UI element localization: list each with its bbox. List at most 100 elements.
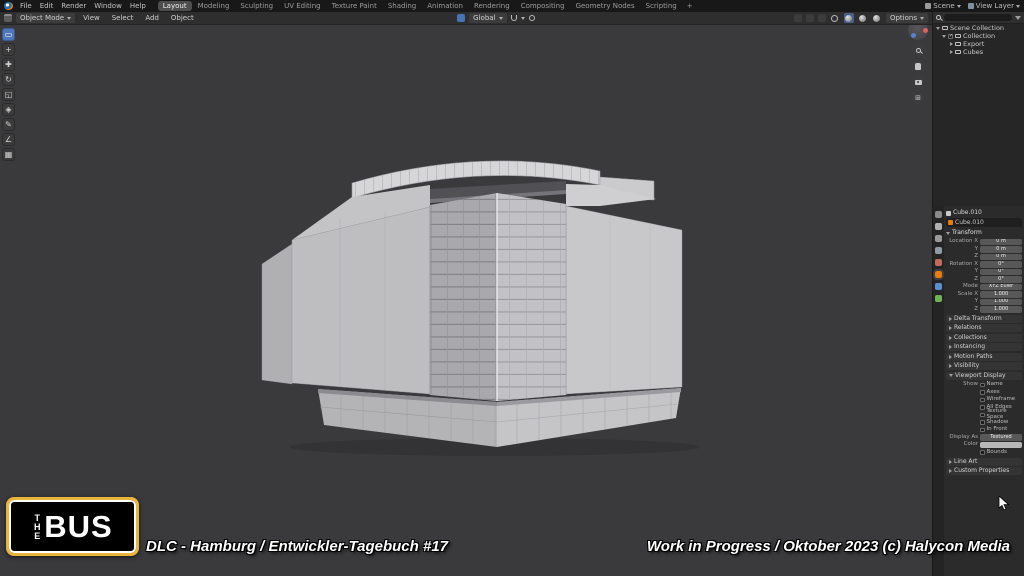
workspace-tab-texture-paint[interactable]: Texture Paint xyxy=(327,1,382,11)
section-delta-transform[interactable]: Delta Transform xyxy=(946,315,1022,323)
menu-add[interactable]: Add xyxy=(141,15,163,22)
gizmo-toggle-icon[interactable] xyxy=(457,14,465,22)
workspace-tab-rendering[interactable]: Rendering xyxy=(469,1,515,11)
workspace-tab-geometry-nodes[interactable]: Geometry Nodes xyxy=(571,1,640,11)
field-scale-y[interactable]: Y1.000 xyxy=(946,298,1022,306)
building-object[interactable] xyxy=(262,161,700,456)
vd-option-in-front[interactable]: In Front xyxy=(946,426,1022,434)
field-rotation-y[interactable]: Y0° xyxy=(946,268,1022,276)
section-collections[interactable]: Collections xyxy=(946,334,1022,342)
shading-rendered-icon[interactable] xyxy=(872,13,882,23)
workspace-tab-sculpting[interactable]: Sculpting xyxy=(235,1,278,11)
xray-toggle-icon[interactable] xyxy=(818,14,826,22)
checkbox[interactable] xyxy=(980,390,985,395)
tool-move[interactable]: ✚ xyxy=(2,58,15,71)
snap-dropdown-icon[interactable] xyxy=(521,17,525,20)
workspace-tab-uv-editing[interactable]: UV Editing xyxy=(279,1,326,11)
workspace-tab-modeling[interactable]: Modeling xyxy=(193,1,235,11)
workspace-tab-animation[interactable]: Animation xyxy=(422,1,468,11)
expander-icon[interactable] xyxy=(950,42,953,46)
tool-transform[interactable]: ◈ xyxy=(2,103,15,116)
field-location-y[interactable]: Y0 m xyxy=(946,246,1022,254)
perspective-toggle-icon[interactable]: ⊞ xyxy=(912,92,924,104)
vd-option-wireframe[interactable]: Wireframe xyxy=(946,396,1022,404)
view-layer-selector[interactable]: View Layer xyxy=(968,3,1020,10)
vd-option-axes[interactable]: Axes xyxy=(946,389,1022,397)
checkbox[interactable] xyxy=(980,413,985,418)
tool-measure[interactable]: ∠ xyxy=(2,133,15,146)
blender-logo-icon[interactable] xyxy=(4,2,13,10)
menu-help[interactable]: Help xyxy=(126,3,150,10)
tool-add-cube[interactable]: ▦ xyxy=(2,148,15,161)
scene-selector[interactable]: Scene xyxy=(925,3,960,10)
field-rotation-mode[interactable]: ModeXYZ Euler xyxy=(946,283,1022,291)
object-data-tab-icon[interactable] xyxy=(935,295,942,302)
scene-tab-icon[interactable] xyxy=(935,247,942,254)
tool-rotate[interactable]: ↻ xyxy=(2,73,15,86)
tool-select-box[interactable]: ▭ xyxy=(2,28,15,41)
shading-solid-icon[interactable] xyxy=(844,13,854,23)
section-relations[interactable]: Relations xyxy=(946,324,1022,332)
section-instancing[interactable]: Instancing xyxy=(946,343,1022,351)
proportional-edit-icon[interactable] xyxy=(529,15,535,21)
field-rotation-x[interactable]: Rotation X0° xyxy=(946,261,1022,269)
section-custom-properties[interactable]: Custom Properties xyxy=(946,467,1022,475)
menu-window[interactable]: Window xyxy=(90,3,126,10)
checkbox[interactable] xyxy=(980,420,985,425)
mode-dropdown[interactable]: Object Mode xyxy=(16,13,75,23)
tool-annotate[interactable]: ✎ xyxy=(2,118,15,131)
menu-view[interactable]: View xyxy=(79,15,104,22)
workspace-tab-layout[interactable]: Layout xyxy=(158,1,192,11)
options-dropdown[interactable]: Options xyxy=(886,13,928,23)
output-tab-icon[interactable] xyxy=(935,235,942,242)
field-rotation-z[interactable]: Z0° xyxy=(946,276,1022,284)
expander-icon[interactable] xyxy=(942,35,946,38)
checkbox[interactable] xyxy=(980,398,985,403)
shading-material-icon[interactable] xyxy=(858,13,868,23)
menu-file[interactable]: File xyxy=(16,3,36,10)
checkbox[interactable] xyxy=(980,428,985,433)
expander-icon[interactable] xyxy=(936,27,940,30)
snap-magnet-icon[interactable] xyxy=(511,15,517,21)
color-swatch[interactable] xyxy=(980,442,1022,448)
workspace-tab-scripting[interactable]: Scripting xyxy=(641,1,682,11)
filter-icon[interactable] xyxy=(1015,16,1021,20)
vd-bounds[interactable]: Bounds xyxy=(946,449,1022,457)
field-scale-z[interactable]: Z1.000 xyxy=(946,306,1022,314)
menu-edit[interactable]: Edit xyxy=(36,3,58,10)
modifiers-tab-icon[interactable] xyxy=(935,283,942,290)
outliner-item-cubes[interactable]: Cubes xyxy=(933,48,1024,56)
section-viewport-display[interactable]: Viewport Display xyxy=(946,372,1022,380)
outliner-item-collection[interactable]: Collection xyxy=(933,32,1024,40)
field-location-z[interactable]: Z0 m xyxy=(946,253,1022,261)
checkbox[interactable] xyxy=(980,383,985,388)
tool-tab-icon[interactable] xyxy=(935,211,942,218)
section-line-art[interactable]: Line Art xyxy=(946,458,1022,466)
object-name-row[interactable]: Cube.010 xyxy=(946,218,1022,227)
section-visibility[interactable]: Visibility xyxy=(946,362,1022,370)
section-motion-paths[interactable]: Motion Paths xyxy=(946,353,1022,361)
collection-checkbox[interactable] xyxy=(948,34,953,39)
vd-color[interactable]: Color xyxy=(946,441,1022,449)
show-overlays-icon[interactable] xyxy=(806,14,814,22)
show-gizmo-icon[interactable] xyxy=(794,14,802,22)
render-tab-icon[interactable] xyxy=(935,223,942,230)
transform-section-header[interactable]: Transform xyxy=(946,229,1022,237)
pan-hand-icon[interactable] xyxy=(912,60,924,72)
workspace-tab-shading[interactable]: Shading xyxy=(383,1,421,11)
add-workspace-button[interactable]: + xyxy=(683,3,697,10)
vd-option-texture-space[interactable]: Texture Space xyxy=(946,411,1022,419)
menu-select[interactable]: Select xyxy=(108,15,138,22)
tool-cursor[interactable]: + xyxy=(2,43,15,56)
camera-view-icon[interactable] xyxy=(912,76,924,88)
orientation-dropdown[interactable]: Global xyxy=(469,13,506,23)
menu-object[interactable]: Object xyxy=(167,15,198,22)
outliner-search-input[interactable] xyxy=(944,14,1012,21)
field-location-x[interactable]: Location X0 m xyxy=(946,238,1022,246)
checkbox[interactable] xyxy=(980,405,985,410)
checkbox[interactable] xyxy=(980,450,985,455)
workspace-tab-compositing[interactable]: Compositing xyxy=(516,1,570,11)
vd-option-name[interactable]: ShowName xyxy=(946,381,1022,389)
vd-display-as[interactable]: Display AsTextured xyxy=(946,434,1022,442)
expander-icon[interactable] xyxy=(950,50,953,54)
